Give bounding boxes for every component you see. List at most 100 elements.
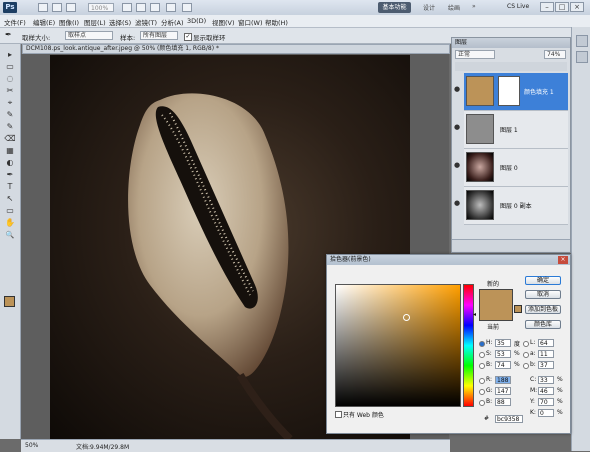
zoom-level-field[interactable]: 100%	[88, 3, 114, 12]
maximize-button[interactable]: □	[555, 2, 569, 12]
layer-name[interactable]: 图层 0	[500, 163, 518, 172]
layer-row-layer1[interactable]: ● 图层 1	[454, 111, 568, 149]
hue-slider-handle[interactable]: ◂	[473, 311, 476, 318]
a-field[interactable]: 11	[538, 350, 554, 358]
workspace-painting-link[interactable]: 绘画	[448, 3, 460, 12]
screen-mode-icon[interactable]	[182, 3, 192, 12]
y-field[interactable]: 70	[538, 398, 554, 406]
dialog-title[interactable]: 拾色器(前景色)	[327, 255, 570, 265]
zoom-tool-icon[interactable]: 🔍	[4, 230, 16, 240]
menu-filter[interactable]: 滤镜(T)	[135, 17, 157, 27]
menu-edit[interactable]: 编辑(E)	[33, 17, 55, 27]
healing-brush-icon[interactable]: ✎	[4, 110, 16, 120]
current-color-swatch[interactable]	[480, 305, 512, 320]
marquee-tool-icon[interactable]: ▭	[4, 62, 16, 72]
move-tool-icon[interactable]: ▸	[4, 50, 16, 60]
add-to-swatches-button[interactable]: 添加到色板	[525, 305, 561, 314]
dodge-tool-icon[interactable]: ◐	[4, 158, 16, 168]
hex-field[interactable]: bc9358	[495, 415, 523, 423]
lab-b-radio[interactable]	[523, 363, 529, 369]
blend-mode-dropdown[interactable]: 正常	[455, 50, 495, 59]
menu-select[interactable]: 选择(S)	[109, 17, 131, 27]
hue-slider[interactable]	[463, 284, 474, 407]
color-field-cursor[interactable]	[403, 314, 410, 321]
menu-image[interactable]: 图像(I)	[59, 17, 79, 27]
saturation-brightness-field[interactable]	[335, 284, 461, 407]
type-tool-icon[interactable]: T	[4, 182, 16, 192]
k-field[interactable]: 0	[538, 409, 554, 417]
menu-file[interactable]: 文件(F)	[4, 17, 26, 27]
actions-panel-icon[interactable]	[576, 51, 588, 63]
menu-3d[interactable]: 3D(D)	[187, 17, 206, 25]
minimize-button[interactable]: –	[540, 2, 554, 12]
close-window-button[interactable]: ×	[570, 2, 584, 12]
layer-name[interactable]: 图层 1	[500, 125, 518, 134]
visibility-eye-icon[interactable]: ●	[454, 123, 460, 131]
g-radio[interactable]	[479, 389, 485, 395]
r-radio[interactable]	[479, 378, 485, 384]
b-field[interactable]: 74	[495, 361, 511, 369]
layer-name[interactable]: 颜色填充 1	[524, 87, 554, 96]
visibility-eye-icon[interactable]: ●	[454, 199, 460, 207]
visibility-eye-icon[interactable]: ●	[454, 85, 460, 93]
menu-view[interactable]: 视图(V)	[212, 17, 235, 27]
l-radio[interactable]	[523, 341, 529, 347]
l-field[interactable]: 64	[538, 339, 554, 347]
menu-layer[interactable]: 图层(L)	[84, 17, 106, 27]
eyedropper-tool-icon[interactable]: ✒	[5, 30, 12, 39]
opacity-field[interactable]: 74%	[544, 50, 566, 59]
workspace-more-link[interactable]: »	[472, 3, 476, 10]
b-radio[interactable]	[479, 363, 485, 369]
layer-name[interactable]: 图层 0 副本	[500, 201, 532, 210]
workspace-essentials-button[interactable]: 基本功能	[378, 2, 411, 13]
sample-dropdown[interactable]: 所有图层	[140, 31, 178, 40]
s-radio[interactable]	[479, 352, 485, 358]
dialog-close-button[interactable]: ×	[558, 256, 568, 264]
hand-icon[interactable]	[122, 3, 132, 12]
lasso-tool-icon[interactable]: ◌	[4, 74, 16, 84]
show-ring-checkbox[interactable]: ✓	[184, 33, 192, 41]
menu-help[interactable]: 帮助(H)	[265, 17, 288, 27]
cs-live-menu[interactable]: CS Live	[507, 3, 529, 10]
view-extras-icon[interactable]	[66, 3, 76, 12]
visibility-eye-icon[interactable]: ●	[454, 161, 460, 169]
status-zoom[interactable]: 50%	[25, 442, 38, 449]
gradient-tool-icon[interactable]: ▦	[4, 146, 16, 156]
layer-row-color-fill[interactable]: ● 颜色填充 1	[454, 73, 568, 111]
g-field[interactable]: 147	[495, 387, 511, 395]
crop-tool-icon[interactable]: ✂	[4, 86, 16, 96]
m-field[interactable]: 46	[538, 387, 554, 395]
ok-button[interactable]: 确定	[525, 276, 561, 285]
h-radio[interactable]	[479, 341, 485, 347]
minibridge-icon[interactable]	[52, 3, 62, 12]
hand-tool-icon[interactable]: ✋	[4, 218, 16, 228]
eyedropper-icon[interactable]: ⌖	[4, 98, 16, 108]
a-radio[interactable]	[523, 352, 529, 358]
workspace-design-link[interactable]: 设计	[423, 3, 435, 12]
layer-row-layer0-copy[interactable]: ● 图层 0 副本	[454, 187, 568, 225]
pen-tool-icon[interactable]: ✒	[4, 170, 16, 180]
web-only-checkbox[interactable]	[335, 411, 342, 418]
web-safe-swatch[interactable]	[514, 305, 522, 313]
sample-size-dropdown[interactable]: 取样点	[65, 31, 113, 40]
path-select-icon[interactable]: ↖	[4, 194, 16, 204]
color-libraries-button[interactable]: 颜色库	[525, 320, 561, 329]
cancel-button[interactable]: 取消	[525, 290, 561, 299]
document-tab[interactable]: DCM108.ps_look.antique_after.jpeg @ 50% …	[22, 44, 450, 54]
history-panel-icon[interactable]	[576, 35, 588, 47]
menu-window[interactable]: 窗口(W)	[238, 17, 263, 27]
blue-field[interactable]: 88	[495, 398, 511, 406]
rotate-view-icon[interactable]	[150, 3, 160, 12]
menu-analysis[interactable]: 分析(A)	[161, 17, 184, 27]
c-field[interactable]: 33	[538, 376, 554, 384]
brush-tool-icon[interactable]: ✎	[4, 122, 16, 132]
arrange-documents-icon[interactable]	[166, 3, 176, 12]
shape-tool-icon[interactable]: ▭	[4, 206, 16, 216]
foreground-color-swatch[interactable]	[4, 296, 15, 307]
lab-b-field[interactable]: 37	[538, 361, 554, 369]
blue-radio[interactable]	[479, 400, 485, 406]
layer-row-layer0[interactable]: ● 图层 0	[454, 149, 568, 187]
r-field[interactable]: 188	[495, 376, 511, 384]
eraser-tool-icon[interactable]: ⌫	[4, 134, 16, 144]
layer-mask-thumbnail[interactable]	[498, 76, 520, 106]
